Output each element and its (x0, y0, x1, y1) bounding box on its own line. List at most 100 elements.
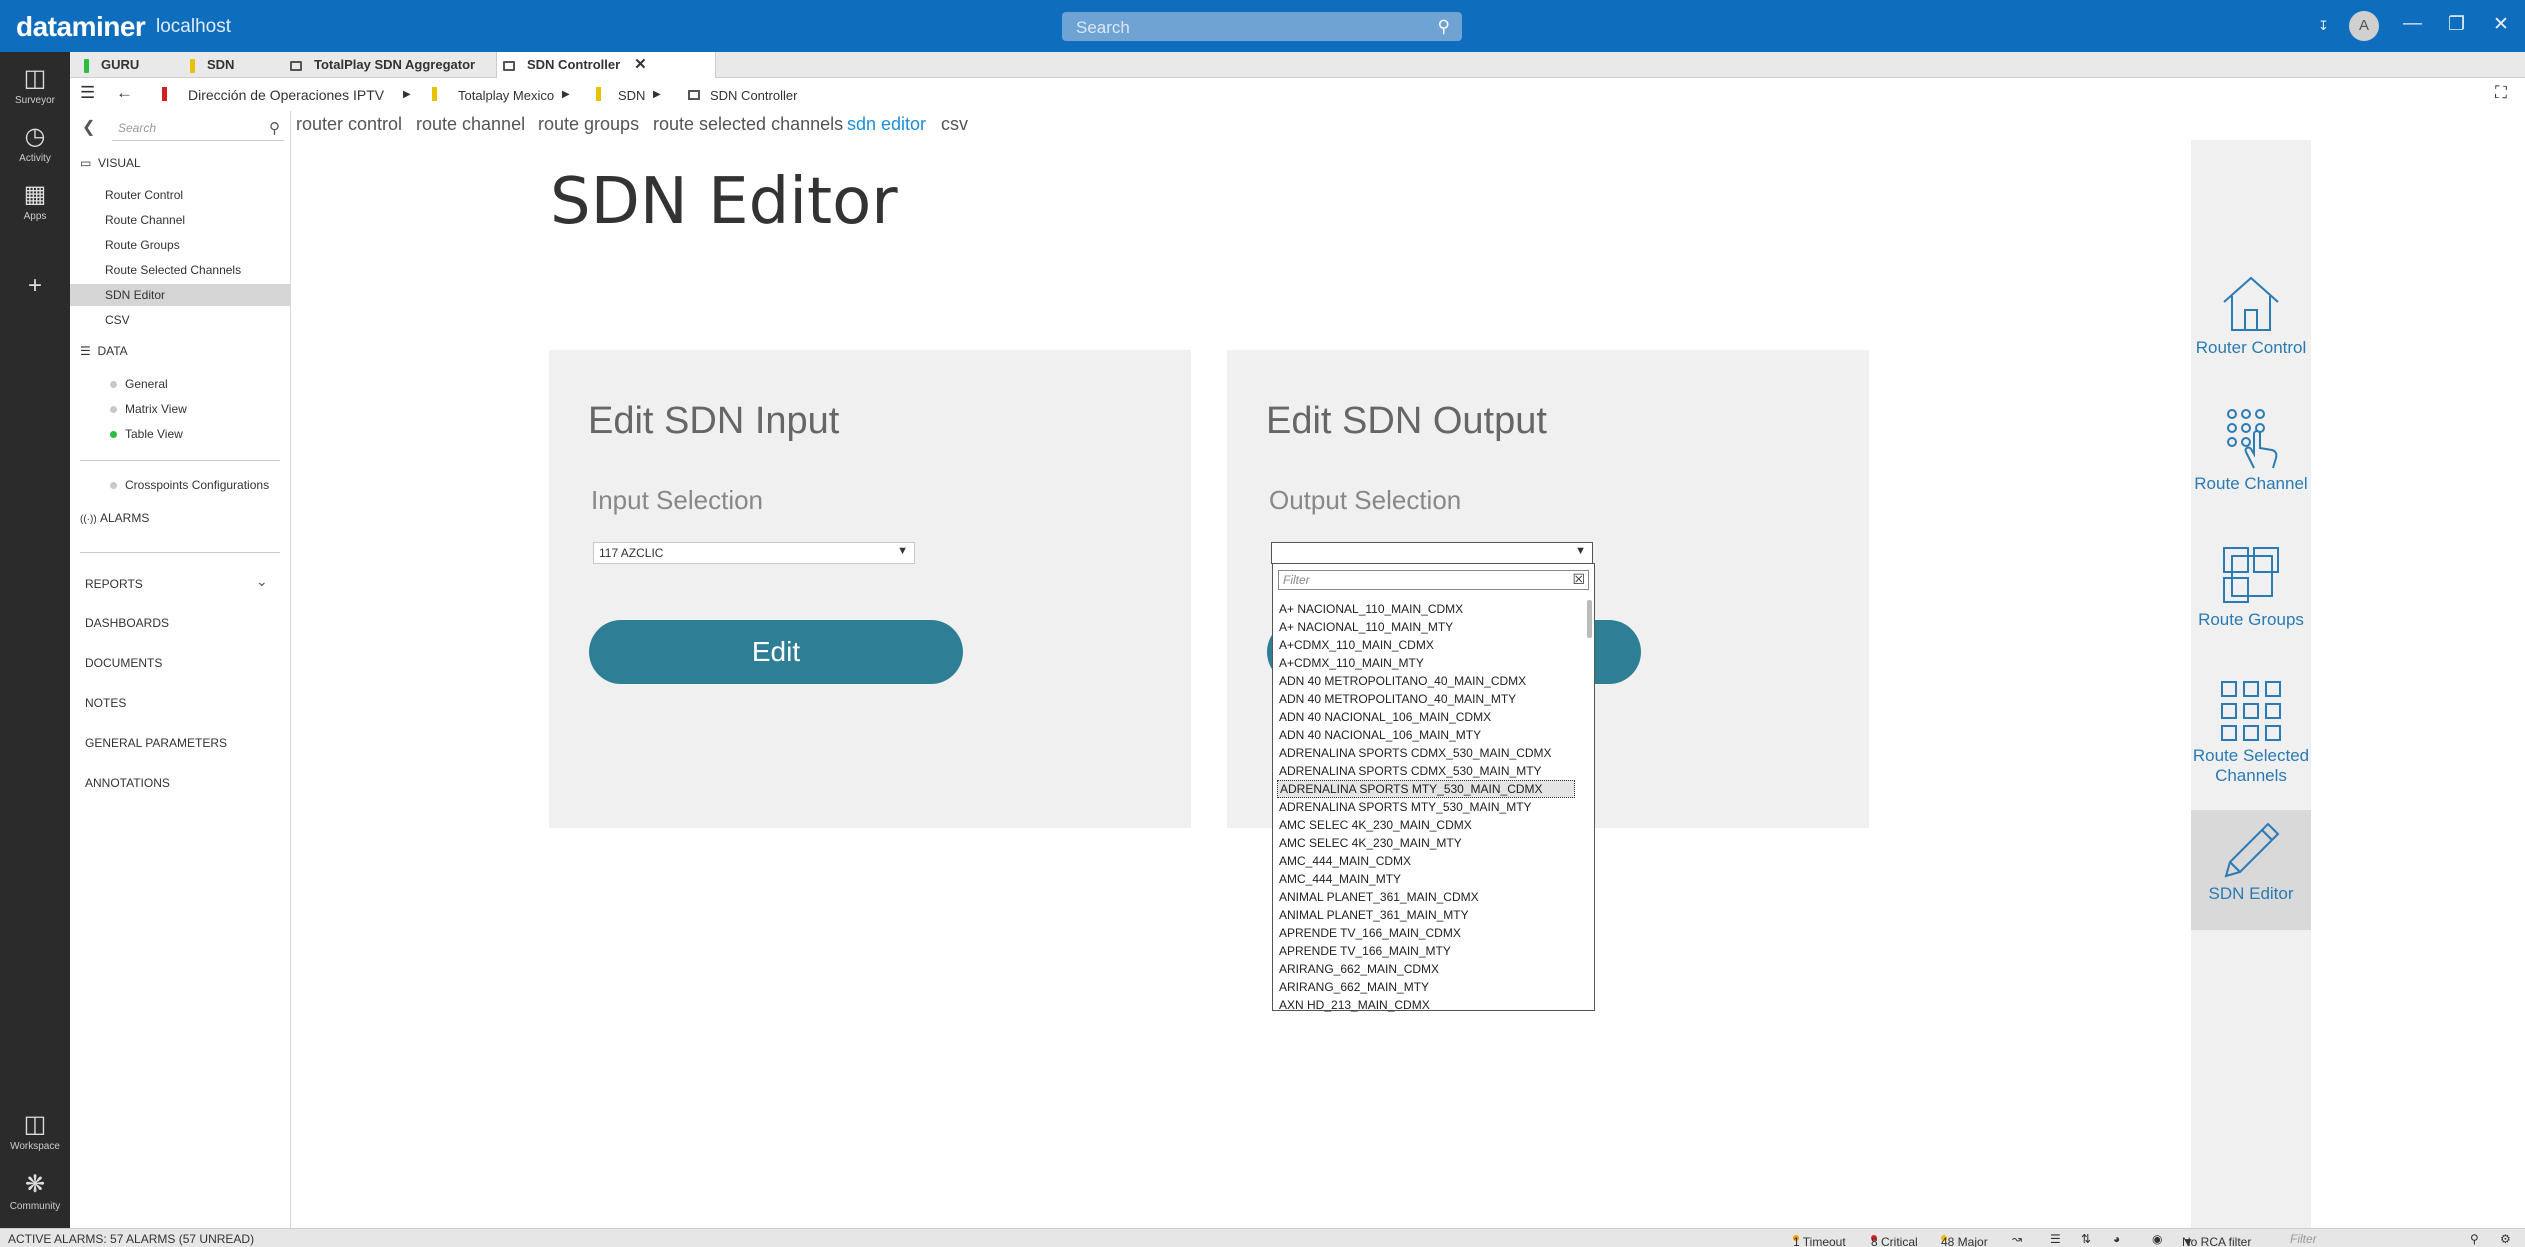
back-chevron-icon[interactable]: ❮ (82, 117, 95, 137)
search-icon[interactable]: ⚲ (1438, 17, 1450, 37)
input-selection-dropdown[interactable]: 117 AZCLIC ▼ (593, 542, 915, 564)
output-option[interactable]: A+CDMX_110_MAIN_MTY (1277, 654, 1577, 672)
output-option[interactable]: ADRENALINA SPORTS CDMX_530_MAIN_CDMX (1277, 744, 1577, 762)
output-option[interactable]: ANIMAL PLANET_361_MAIN_CDMX (1277, 888, 1577, 906)
output-option[interactable]: AMC SELEC 4K_230_MAIN_MTY (1277, 834, 1577, 852)
output-option[interactable]: ADRENALINA SPORTS MTY_530_MAIN_CDMX (1277, 780, 1575, 798)
output-option[interactable]: ANIMAL PLANET_361_MAIN_MTY (1277, 906, 1577, 924)
nav-annotations[interactable]: ANNOTATIONS (85, 776, 170, 790)
search-icon[interactable]: ⚲ (269, 119, 280, 137)
output-option[interactable]: AMC SELEC 4K_230_MAIN_CDMX (1277, 816, 1577, 834)
avatar[interactable]: A (2349, 11, 2379, 41)
subnav-csv[interactable]: csv (941, 114, 968, 135)
breadcrumb-arrow-icon[interactable]: ▶ (653, 89, 661, 100)
back-arrow-icon[interactable]: ← (116, 83, 133, 103)
tab-sdn-controller[interactable]: SDN Controller ✕ (496, 52, 716, 78)
rp-route-selected-channels[interactable]: Route Selected Channels (2191, 676, 2311, 806)
subnav-router-control[interactable]: router control (296, 114, 402, 135)
global-search-input[interactable]: Search ⚲ (1062, 12, 1462, 41)
rp-sdn-editor[interactable]: SDN Editor (2191, 810, 2311, 930)
subnav-route-groups[interactable]: route groups (538, 114, 639, 135)
status-filter-input[interactable]: Filter (2290, 1232, 2490, 1246)
breadcrumb-item-sdn-controller[interactable]: SDN Controller (710, 88, 797, 103)
nav-notes[interactable]: NOTES (85, 696, 126, 710)
subnav-sdn-editor[interactable]: sdn editor (847, 114, 926, 135)
minimize-icon[interactable]: — (2403, 13, 2422, 35)
edit-input-button[interactable]: Edit (589, 620, 963, 684)
output-option[interactable]: APRENDE TV_166_MAIN_MTY (1277, 942, 1577, 960)
tab-totalplay-sdn-aggregator[interactable]: TotalPlay SDN Aggregator (290, 52, 475, 78)
dropdown-arrow-icon[interactable]: ▼ (897, 545, 908, 557)
output-option[interactable]: AXN HD_213_MAIN_CDMX (1277, 996, 1577, 1014)
output-option[interactable]: ADRENALINA SPORTS CDMX_530_MAIN_MTY (1277, 762, 1577, 780)
dropdown-arrow-icon[interactable]: ▼ (1575, 545, 1586, 557)
tab-sdn[interactable]: SDN (190, 52, 234, 78)
options-scrollbar[interactable] (1587, 600, 1592, 638)
close-window-icon[interactable]: ✕ (2493, 13, 2509, 36)
output-option[interactable]: A+ NACIONAL_110_MAIN_MTY (1277, 618, 1577, 636)
output-option[interactable]: AMC_444_MAIN_MTY (1277, 870, 1577, 888)
breadcrumb-arrow-icon[interactable]: ▶ (403, 89, 411, 100)
nav-item-route-channel[interactable]: Route Channel (105, 213, 185, 227)
chevron-down-icon[interactable]: ↧ (2318, 18, 2329, 34)
output-option[interactable]: ADN 40 METROPOLITANO_40_MAIN_CDMX (1277, 672, 1577, 690)
nav-search-input[interactable]: Search ⚲ (112, 117, 284, 141)
nav-item-matrix-view[interactable]: Matrix View (110, 402, 187, 416)
nav-item-table-view[interactable]: Table View (110, 427, 183, 441)
rail-surveyor[interactable]: ◫ Surveyor (0, 64, 70, 106)
rail-apps[interactable]: ▦ Apps (0, 180, 70, 222)
output-option[interactable]: APRENDE TV_166_MAIN_CDMX (1277, 924, 1577, 942)
output-option[interactable]: ADRENALINA SPORTS MTY_530_MAIN_MTY (1277, 798, 1577, 816)
nav-item-crosspoints-configurations[interactable]: Crosspoints Configurations (110, 478, 269, 492)
tab-guru[interactable]: GURU (84, 52, 139, 78)
breadcrumb-item-sdn[interactable]: SDN (618, 88, 645, 103)
nav-section-alarms[interactable]: ((·)) ALARMS (80, 511, 149, 525)
nav-item-router-control[interactable]: Router Control (105, 188, 183, 202)
nav-item-sdn-editor[interactable]: SDN Editor (70, 284, 290, 306)
breadcrumb-arrow-icon[interactable]: ▶ (562, 89, 570, 100)
output-selection-dropdown[interactable]: ▼ (1271, 542, 1593, 564)
nav-section-data[interactable]: ☰ DATA (80, 344, 128, 358)
focus-icon[interactable]: ◉ (2152, 1232, 2162, 1246)
list-icon[interactable]: ☰ (2050, 1232, 2061, 1246)
output-option[interactable]: ARIRANG_662_MAIN_MTY (1277, 978, 1577, 996)
output-option[interactable]: ADN 40 METROPOLITANO_40_MAIN_MTY (1277, 690, 1577, 708)
nav-section-visual[interactable]: ▭ VISUAL (80, 156, 141, 170)
settings-icon[interactable]: ⚙ (2500, 1232, 2511, 1246)
nav-item-route-groups[interactable]: Route Groups (105, 238, 180, 252)
output-option[interactable]: A+ NACIONAL_110_MAIN_CDMX (1277, 600, 1577, 618)
chevron-down-icon[interactable]: ⌄ (256, 573, 268, 590)
sort-icon[interactable]: ⇅ (2081, 1232, 2091, 1246)
rail-workspace[interactable]: ◫ Workspace (0, 1110, 70, 1152)
rail-add[interactable]: + (0, 272, 70, 300)
fullscreen-icon[interactable]: ⛶ (2495, 83, 2507, 103)
rp-route-channel[interactable]: Route Channel (2191, 404, 2311, 514)
output-filter-input[interactable]: Filter ☒ (1278, 570, 1589, 590)
search-icon[interactable]: ⚲ (2470, 1232, 2479, 1246)
output-option[interactable]: ADN 40 NACIONAL_106_MAIN_CDMX (1277, 708, 1577, 726)
output-option[interactable]: ARIRANG_662_MAIN_CDMX (1277, 960, 1577, 978)
rp-router-control[interactable]: Router Control (2191, 268, 2311, 378)
breadcrumb-item-totalplay[interactable]: Totalplay Mexico (458, 88, 554, 103)
output-options-list[interactable]: Filter ☒ A+ NACIONAL_110_MAIN_CDMX A+ NAC… (1272, 563, 1595, 1014)
breadcrumb-item-operaciones[interactable]: Dirección de Operaciones IPTV (188, 87, 384, 103)
nav-item-csv[interactable]: CSV (105, 313, 130, 327)
pie-icon[interactable]: ◕ (2113, 1232, 2120, 1246)
rail-community[interactable]: ❋ Community (0, 1170, 70, 1212)
app-logo[interactable]: dataminer (16, 11, 146, 43)
close-tab-icon[interactable]: ✕ (634, 56, 647, 73)
nav-reports[interactable]: REPORTS (85, 577, 143, 591)
output-option[interactable]: A+CDMX_110_MAIN_CDMX (1277, 636, 1577, 654)
hamburger-icon[interactable]: ☰ (80, 83, 95, 103)
output-option[interactable]: ADN 40 NACIONAL_106_MAIN_MTY (1277, 726, 1577, 744)
subnav-route-channel[interactable]: route channel (416, 114, 525, 135)
active-alarms-summary[interactable]: ACTIVE ALARMS: 57 ALARMS (57 UNREAD) (8, 1232, 254, 1246)
trend-icon[interactable]: ↝ (2012, 1232, 2022, 1246)
nav-item-general[interactable]: General (110, 377, 168, 391)
output-option[interactable]: AMC_444_MAIN_CDMX (1277, 852, 1577, 870)
nav-general-parameters[interactable]: GENERAL PARAMETERS (85, 736, 227, 750)
subnav-route-selected-channels[interactable]: route selected channels (653, 114, 843, 135)
nav-item-route-selected-channels[interactable]: Route Selected Channels (105, 263, 241, 277)
nav-dashboards[interactable]: DASHBOARDS (85, 616, 169, 630)
restore-icon[interactable]: ❐ (2448, 13, 2465, 36)
